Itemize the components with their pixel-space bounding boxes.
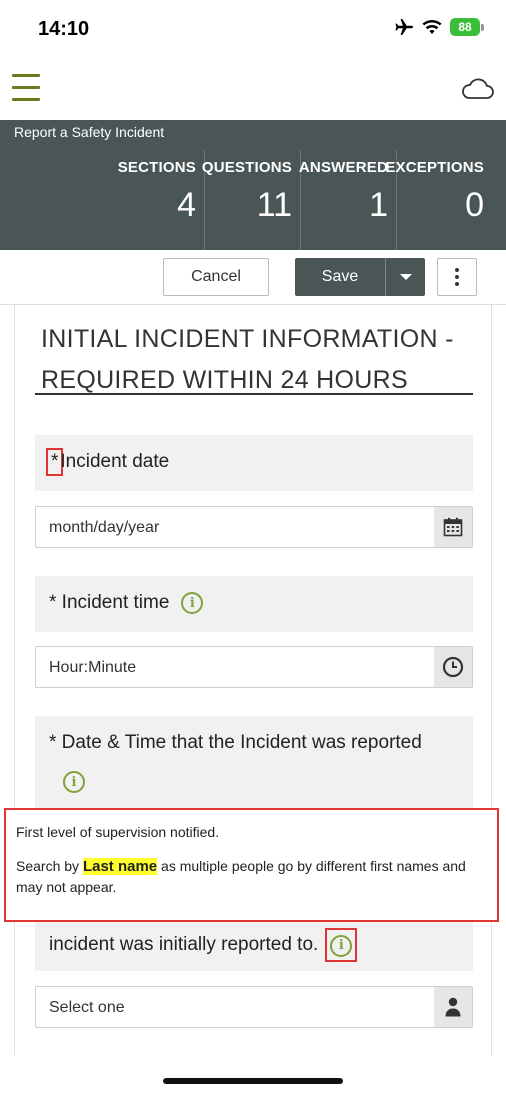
input-placeholder: month/day/year — [49, 519, 160, 536]
stats-row: SECTIONS 4 QUESTIONS 11 ANSWERED 1 EXCEP… — [118, 150, 492, 250]
home-indicator[interactable] — [163, 1078, 343, 1084]
status-time: 14:10 — [38, 18, 90, 40]
save-button[interactable]: Save — [295, 258, 385, 296]
info-icon[interactable]: i — [330, 934, 353, 957]
stat-value: 11 — [256, 186, 292, 224]
stat-value: 4 — [177, 186, 196, 224]
question-reported-datetime: * Date & Time that the Incident was repo… — [35, 716, 473, 808]
stat-label: SECTIONS — [117, 159, 196, 176]
question-text: * Date & Time that the Incident was repo… — [49, 732, 422, 753]
form-toolbar: Cancel Save — [0, 250, 506, 305]
stat-answered: ANSWERED 1 — [298, 150, 396, 250]
calendar-button[interactable] — [434, 507, 472, 547]
battery-level: 88 — [450, 18, 480, 36]
section-title: INITIAL INCIDENT INFORMATION - REQUIRED … — [41, 325, 454, 394]
incident-date-input[interactable]: month/day/year — [35, 506, 473, 548]
save-dropdown-button[interactable] — [385, 258, 425, 296]
question-label: * Incident date — [45, 448, 170, 476]
tooltip-body: Search by Last name as multiple people g… — [16, 856, 486, 898]
section-divider — [35, 393, 473, 395]
status-bar: 14:10 88 — [0, 0, 506, 60]
stat-label: EXCEPTIONS — [385, 159, 484, 176]
airplane-icon — [395, 19, 413, 35]
stat-questions: QUESTIONS 11 — [201, 150, 300, 250]
question-label: * Incident time i — [49, 592, 204, 614]
form-header: Report a Safety Incident SECTIONS 4 QUES… — [0, 120, 506, 250]
question-text: Incident date — [60, 451, 170, 472]
form-card: INITIAL INCIDENT INFORMATION - REQUIRED … — [14, 305, 492, 1055]
question-text: incident was initially reported to. — [49, 933, 319, 955]
question-label: incident was initially reported to. i — [49, 928, 358, 962]
calendar-icon — [443, 517, 463, 537]
reported-to-select[interactable]: Select one — [35, 986, 473, 1028]
person-lookup-button[interactable] — [434, 987, 472, 1027]
status-icons: 88 — [394, 18, 484, 36]
incident-time-input[interactable]: Hour:Minute — [35, 646, 473, 688]
required-marker: * — [45, 448, 64, 476]
stat-label: ANSWERED — [298, 159, 388, 176]
input-placeholder: Hour:Minute — [49, 659, 137, 676]
person-icon — [445, 997, 461, 1017]
app-topbar — [0, 62, 506, 120]
question-incident-date: * Incident date — [35, 435, 473, 491]
info-icon[interactable]: i — [63, 771, 85, 793]
clock-icon — [442, 656, 464, 678]
cancel-button[interactable]: Cancel — [163, 258, 269, 296]
more-options-button[interactable] — [437, 258, 477, 296]
tooltip-popover: First level of supervision notified. Sea… — [4, 808, 499, 922]
wifi-icon — [422, 20, 442, 34]
menu-icon[interactable] — [12, 74, 40, 104]
stat-sections: SECTIONS 4 — [118, 150, 204, 250]
info-highlight-box: i — [325, 928, 358, 962]
tooltip-highlight: Last name — [82, 858, 158, 875]
question-incident-time: * Incident time i — [35, 576, 473, 632]
stat-label: QUESTIONS — [201, 159, 292, 176]
stat-value: 0 — [465, 186, 484, 224]
tooltip-prefix: Search by — [16, 858, 83, 874]
cloud-icon[interactable] — [460, 76, 494, 100]
info-icon[interactable]: i — [181, 592, 204, 614]
caret-down-icon — [399, 274, 412, 280]
clock-button[interactable] — [434, 647, 472, 687]
stat-exceptions: EXCEPTIONS 0 — [385, 150, 492, 250]
form-title: Report a Safety Incident — [14, 124, 165, 140]
tooltip-title: First level of supervision notified. — [16, 824, 220, 840]
question-text: * Incident time — [49, 592, 170, 613]
battery-icon: 88 — [450, 18, 484, 36]
select-value: Select one — [49, 999, 125, 1016]
stat-value: 1 — [369, 186, 388, 224]
